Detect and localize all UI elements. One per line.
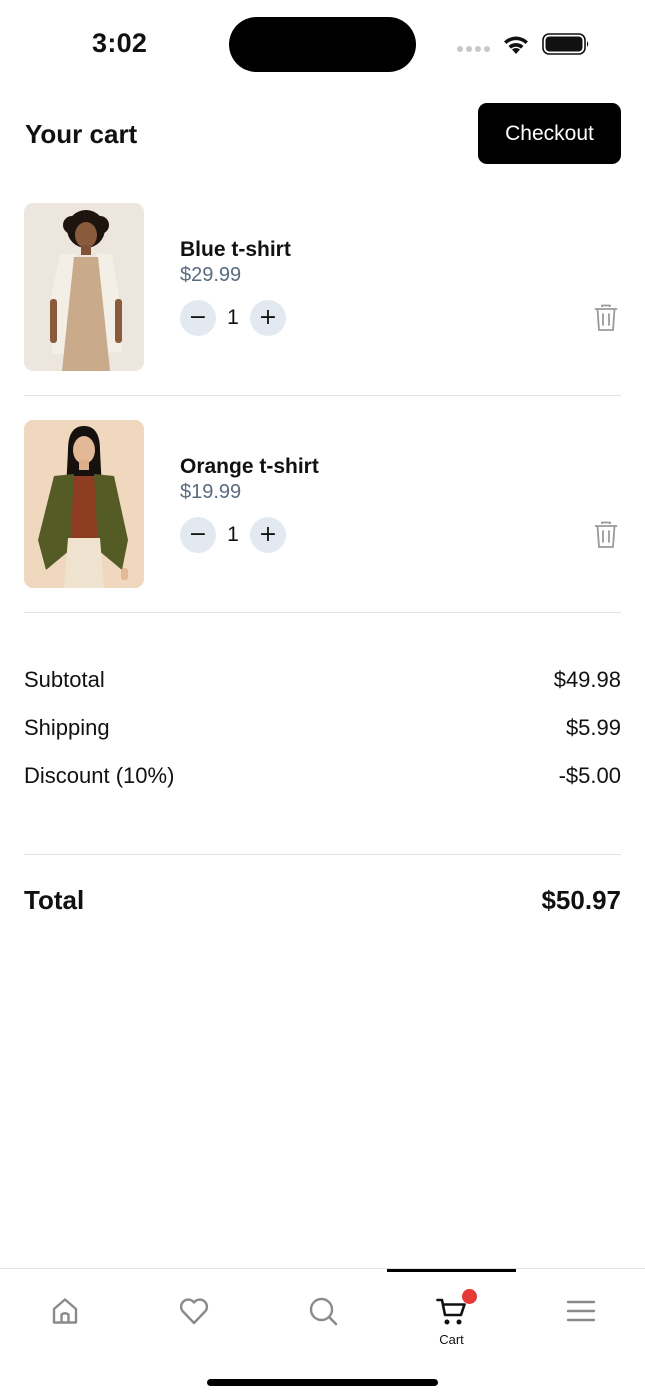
- menu-icon: [566, 1300, 596, 1322]
- nav-home[interactable]: [0, 1269, 129, 1359]
- total-value: $50.97: [541, 885, 621, 915]
- total-label: Total: [24, 885, 85, 915]
- increase-quantity-button[interactable]: +: [250, 300, 286, 336]
- signal-dots-icon: [457, 46, 490, 52]
- quantity-value: 1: [227, 523, 239, 546]
- cart-screen: 3:02 Your cart Checkout Blue t-shirt $29…: [0, 0, 645, 1398]
- wifi-icon: [504, 36, 528, 54]
- nav-cart[interactable]: Cart: [387, 1269, 516, 1359]
- battery-icon: [542, 33, 589, 55]
- home-icon: [52, 1298, 78, 1324]
- dynamic-island: [229, 17, 416, 72]
- nav-search[interactable]: [258, 1269, 387, 1359]
- discount-row: Discount (10%) -$5.00: [24, 763, 621, 793]
- checkout-button[interactable]: Checkout: [478, 103, 621, 164]
- decrease-quantity-button[interactable]: −: [180, 517, 216, 553]
- status-bar: 3:02: [0, 0, 645, 90]
- product-image[interactable]: [24, 420, 144, 588]
- increase-quantity-button[interactable]: +: [250, 517, 286, 553]
- cart-badge: [462, 1289, 477, 1304]
- trash-icon[interactable]: [594, 304, 618, 332]
- item-price: $29.99: [180, 264, 242, 286]
- discount-label: Discount (10%): [24, 763, 175, 788]
- product-image[interactable]: [24, 203, 144, 371]
- item-divider: [24, 612, 621, 613]
- subtotal-label: Subtotal: [24, 667, 105, 692]
- item-name: Orange t-shirt: [180, 455, 319, 478]
- summary-divider: [24, 854, 621, 855]
- discount-value: -$5.00: [558, 763, 621, 788]
- nav-favorites[interactable]: [129, 1269, 258, 1359]
- shipping-value: $5.99: [565, 715, 621, 740]
- heart-icon: [179, 1298, 209, 1325]
- nav-menu[interactable]: [516, 1269, 645, 1359]
- item-name: Blue t-shirt: [180, 238, 291, 261]
- status-time: 3:02: [92, 28, 148, 58]
- home-indicator: [207, 1379, 438, 1386]
- shipping-row: Shipping $5.99: [24, 715, 621, 745]
- search-icon: [309, 1297, 338, 1326]
- quantity-value: 1: [227, 306, 239, 329]
- decrease-quantity-button[interactable]: −: [180, 300, 216, 336]
- subtotal-row: Subtotal $49.98: [24, 667, 621, 697]
- trash-icon[interactable]: [594, 521, 618, 549]
- nav-cart-label: Cart: [439, 1332, 464, 1347]
- cart-item: Blue t-shirt $29.99 − 1 +: [24, 203, 621, 395]
- item-divider: [24, 395, 621, 396]
- subtotal-value: $49.98: [553, 667, 621, 692]
- cart-item: Orange t-shirt $19.99 − 1 +: [24, 420, 621, 612]
- page-title: Your cart: [25, 119, 138, 149]
- shipping-label: Shipping: [24, 715, 110, 740]
- item-price: $19.99: [180, 481, 242, 503]
